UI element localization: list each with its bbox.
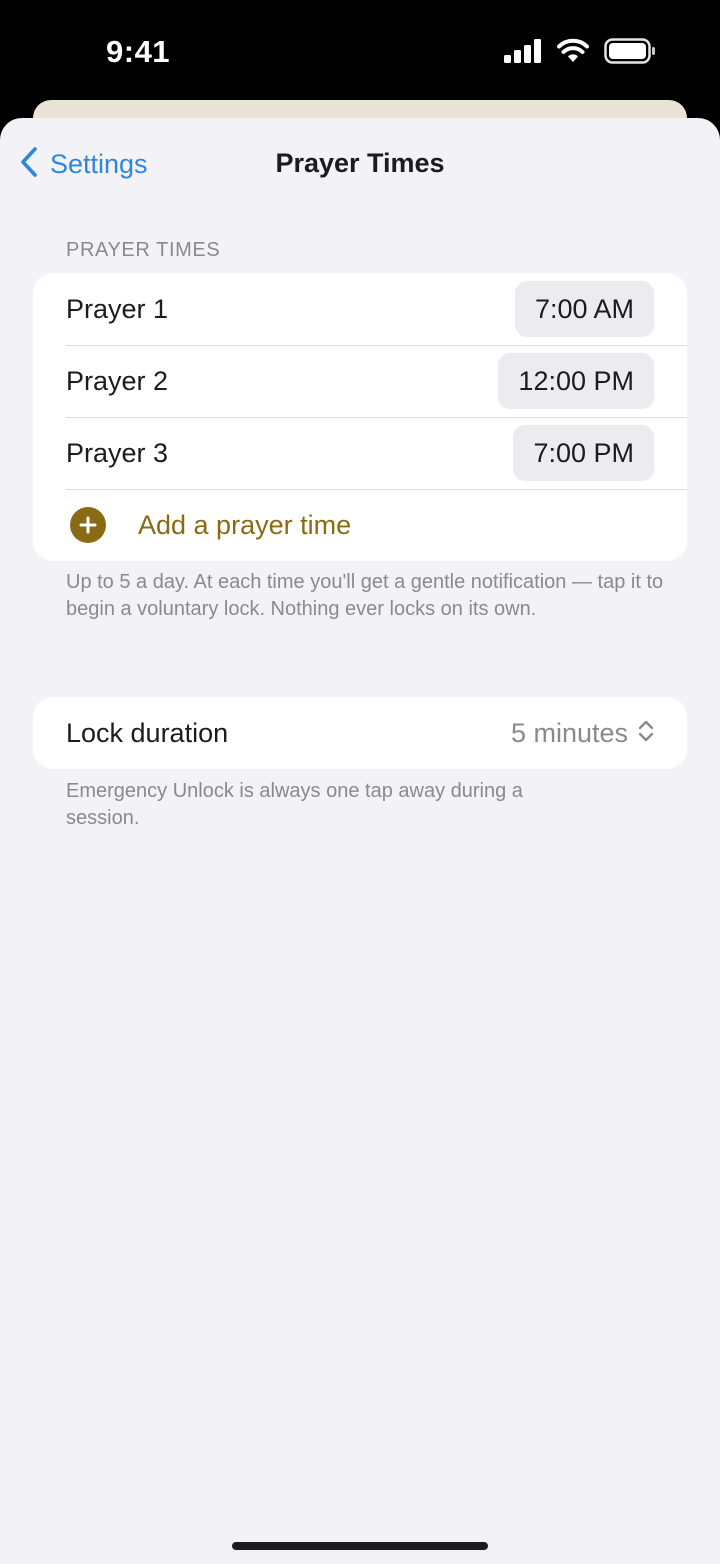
lock-duration-footnote: Emergency Unlock is always one tap away … [66, 780, 523, 829]
prayer-times-sheet: Settings Prayer Times PRAYER TIMES Praye… [0, 118, 720, 1564]
battery-icon [604, 38, 656, 64]
page-title: Prayer Times [275, 148, 445, 178]
prayer-times-footnote: Up to 5 a day. At each time you'll get a… [66, 571, 664, 620]
prayer-times-list: Prayer 1 7:00 AM Prayer 2 12:00 PM Praye… [33, 273, 687, 561]
wifi-icon [556, 38, 590, 64]
time-picker-button[interactable]: 12:00 PM [498, 353, 654, 409]
lock-duration-picker[interactable]: 5 minutes [511, 697, 654, 769]
add-prayer-time-button[interactable]: Add a prayer time [33, 489, 687, 561]
prayer-label: Prayer 3 [66, 438, 169, 468]
section-header-prayer-times: PRAYER TIMES [66, 239, 221, 261]
lock-duration-label: Lock duration [66, 718, 229, 748]
time-picker-button[interactable]: 7:00 AM [514, 281, 654, 337]
time-picker-button[interactable]: 7:00 PM [513, 425, 654, 481]
chevron-up-down-icon [638, 719, 654, 748]
status-icons [504, 38, 656, 64]
cellular-signal-icon [504, 39, 542, 63]
navigation-bar: Settings Prayer Times [0, 118, 720, 210]
status-time: 9:41 [106, 34, 171, 69]
lock-duration-row: Lock duration 5 minutes [33, 697, 687, 769]
home-indicator[interactable] [232, 1542, 488, 1550]
lock-duration-value: 5 minutes [510, 717, 628, 748]
prayer-label: Prayer 1 [66, 294, 169, 324]
add-prayer-time-label: Add a prayer time [138, 510, 352, 540]
prayer-label: Prayer 2 [66, 366, 169, 396]
status-bar: 9:41 [0, 0, 720, 110]
phone-screen: 9:41 Settings Prayer Times PRAYER TIMES … [0, 0, 720, 1564]
plus-circle-icon [70, 507, 106, 543]
prayer-row: Prayer 3 7:00 PM [33, 417, 687, 489]
prayer-row: Prayer 1 7:00 AM [33, 273, 687, 345]
prayer-row: Prayer 2 12:00 PM [33, 345, 687, 417]
